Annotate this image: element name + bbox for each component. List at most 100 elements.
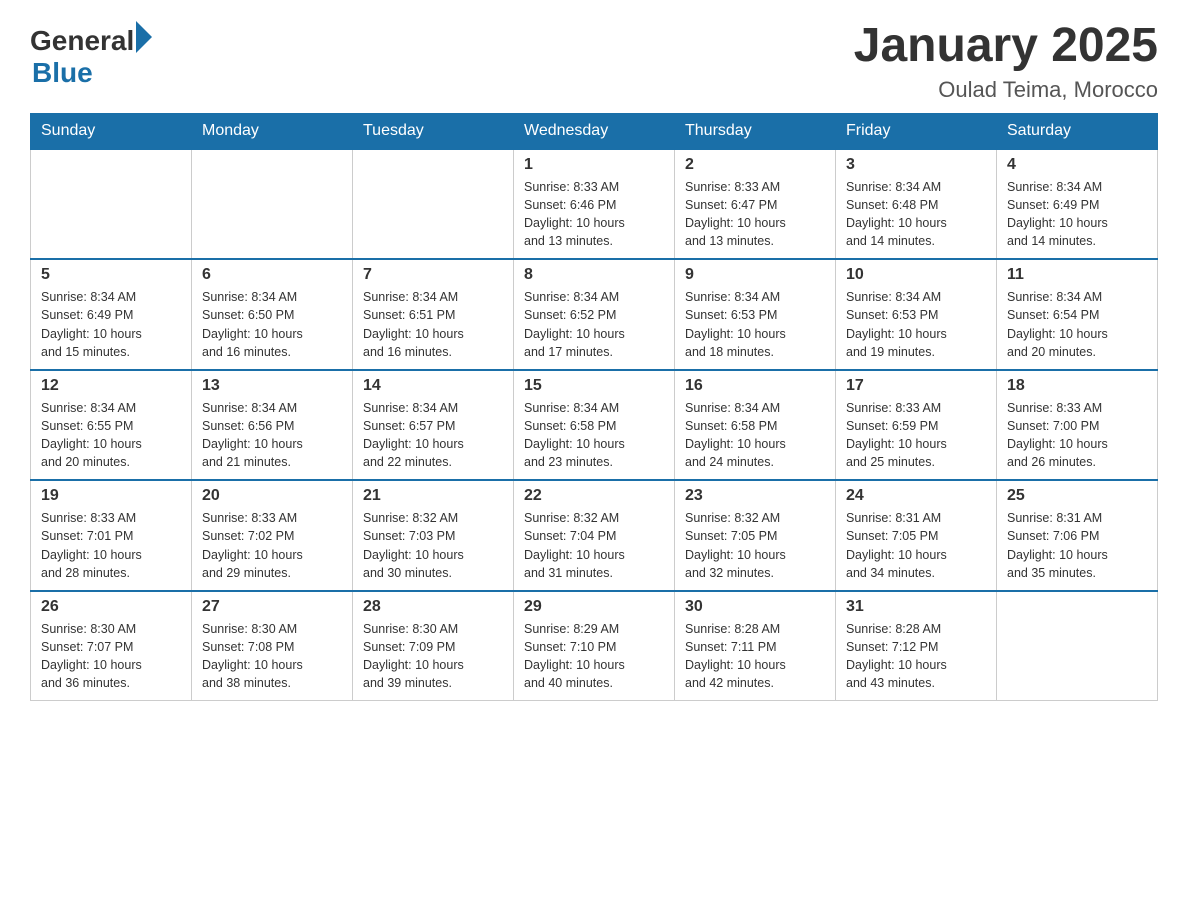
day-info: Sunrise: 8:33 AM Sunset: 6:47 PM Dayligh… xyxy=(685,178,825,251)
day-number: 20 xyxy=(202,487,342,505)
column-header-friday: Friday xyxy=(836,113,997,149)
calendar-cell: 30 Sunrise: 8:28 AM Sunset: 7:11 PM Dayli… xyxy=(675,591,836,701)
calendar-week-row: 5 Sunrise: 8:34 AM Sunset: 6:49 PM Daylig… xyxy=(31,259,1158,370)
calendar-cell: 24 Sunrise: 8:31 AM Sunset: 7:05 PM Dayli… xyxy=(836,480,997,591)
logo-general-text: General xyxy=(30,25,134,57)
calendar-week-row: 1 Sunrise: 8:33 AM Sunset: 6:46 PM Daylig… xyxy=(31,149,1158,260)
calendar-subtitle: Oulad Teima, Morocco xyxy=(854,77,1158,103)
calendar-cell: 23Sunrise: 8:32 AM Sunset: 7:05 PM Dayli… xyxy=(675,480,836,591)
day-info: Sunrise: 8:29 AM Sunset: 7:10 PM Dayligh… xyxy=(524,620,664,693)
calendar-cell: 28Sunrise: 8:30 AM Sunset: 7:09 PM Dayli… xyxy=(353,591,514,701)
calendar-cell: 6 Sunrise: 8:34 AM Sunset: 6:50 PM Daylig… xyxy=(192,259,353,370)
day-number: 23 xyxy=(685,487,825,505)
day-number: 1 xyxy=(524,156,664,174)
title-block: January 2025 Oulad Teima, Morocco xyxy=(854,20,1158,103)
column-header-sunday: Sunday xyxy=(31,113,192,149)
day-info: Sunrise: 8:34 AM Sunset: 6:53 PM Dayligh… xyxy=(846,288,986,361)
calendar-cell: 5 Sunrise: 8:34 AM Sunset: 6:49 PM Daylig… xyxy=(31,259,192,370)
day-number: 29 xyxy=(524,598,664,616)
day-number: 18 xyxy=(1007,377,1147,395)
day-info: Sunrise: 8:33 AM Sunset: 7:02 PM Dayligh… xyxy=(202,509,342,582)
calendar-cell: 16Sunrise: 8:34 AM Sunset: 6:58 PM Dayli… xyxy=(675,370,836,481)
day-number: 28 xyxy=(363,598,503,616)
day-number: 22 xyxy=(524,487,664,505)
day-info: Sunrise: 8:34 AM Sunset: 6:53 PM Dayligh… xyxy=(685,288,825,361)
calendar-cell: 8 Sunrise: 8:34 AM Sunset: 6:52 PM Daylig… xyxy=(514,259,675,370)
day-number: 10 xyxy=(846,266,986,284)
calendar-cell: 1 Sunrise: 8:33 AM Sunset: 6:46 PM Daylig… xyxy=(514,149,675,260)
day-number: 5 xyxy=(41,266,181,284)
calendar-cell: 13 Sunrise: 8:34 AM Sunset: 6:56 PM Dayli… xyxy=(192,370,353,481)
calendar-cell: 22 Sunrise: 8:32 AM Sunset: 7:04 PM Dayli… xyxy=(514,480,675,591)
day-number: 13 xyxy=(202,377,342,395)
day-info: Sunrise: 8:33 AM Sunset: 7:00 PM Dayligh… xyxy=(1007,399,1147,472)
calendar-cell: 25 Sunrise: 8:31 AM Sunset: 7:06 PM Dayli… xyxy=(997,480,1158,591)
day-number: 26 xyxy=(41,598,181,616)
day-info: Sunrise: 8:32 AM Sunset: 7:04 PM Dayligh… xyxy=(524,509,664,582)
day-number: 16 xyxy=(685,377,825,395)
day-info: Sunrise: 8:34 AM Sunset: 6:49 PM Dayligh… xyxy=(1007,178,1147,251)
day-info: Sunrise: 8:28 AM Sunset: 7:11 PM Dayligh… xyxy=(685,620,825,693)
day-number: 9 xyxy=(685,266,825,284)
logo-block: General Blue xyxy=(30,25,152,89)
calendar-cell: 15Sunrise: 8:34 AM Sunset: 6:58 PM Dayli… xyxy=(514,370,675,481)
day-number: 27 xyxy=(202,598,342,616)
calendar-cell: 31Sunrise: 8:28 AM Sunset: 7:12 PM Dayli… xyxy=(836,591,997,701)
calendar-week-row: 12Sunrise: 8:34 AM Sunset: 6:55 PM Dayli… xyxy=(31,370,1158,481)
day-number: 24 xyxy=(846,487,986,505)
day-info: Sunrise: 8:34 AM Sunset: 6:50 PM Dayligh… xyxy=(202,288,342,361)
day-number: 11 xyxy=(1007,266,1147,284)
day-number: 21 xyxy=(363,487,503,505)
day-info: Sunrise: 8:34 AM Sunset: 6:57 PM Dayligh… xyxy=(363,399,503,472)
calendar-cell: 10 Sunrise: 8:34 AM Sunset: 6:53 PM Dayli… xyxy=(836,259,997,370)
day-info: Sunrise: 8:31 AM Sunset: 7:05 PM Dayligh… xyxy=(846,509,986,582)
calendar-title: January 2025 xyxy=(854,20,1158,73)
day-info: Sunrise: 8:33 AM Sunset: 6:46 PM Dayligh… xyxy=(524,178,664,251)
day-info: Sunrise: 8:34 AM Sunset: 6:52 PM Dayligh… xyxy=(524,288,664,361)
day-number: 4 xyxy=(1007,156,1147,174)
day-number: 17 xyxy=(846,377,986,395)
day-info: Sunrise: 8:34 AM Sunset: 6:55 PM Dayligh… xyxy=(41,399,181,472)
day-number: 25 xyxy=(1007,487,1147,505)
day-info: Sunrise: 8:34 AM Sunset: 6:56 PM Dayligh… xyxy=(202,399,342,472)
day-number: 30 xyxy=(685,598,825,616)
day-number: 8 xyxy=(524,266,664,284)
calendar-week-row: 19 Sunrise: 8:33 AM Sunset: 7:01 PM Dayli… xyxy=(31,480,1158,591)
calendar-cell: 14Sunrise: 8:34 AM Sunset: 6:57 PM Dayli… xyxy=(353,370,514,481)
calendar-cell xyxy=(997,591,1158,701)
day-number: 31 xyxy=(846,598,986,616)
day-info: Sunrise: 8:34 AM Sunset: 6:54 PM Dayligh… xyxy=(1007,288,1147,361)
day-number: 3 xyxy=(846,156,986,174)
calendar-cell: 2 Sunrise: 8:33 AM Sunset: 6:47 PM Daylig… xyxy=(675,149,836,260)
calendar-table: SundayMondayTuesdayWednesdayThursdayFrid… xyxy=(30,113,1158,702)
calendar-cell: 17Sunrise: 8:33 AM Sunset: 6:59 PM Dayli… xyxy=(836,370,997,481)
day-info: Sunrise: 8:34 AM Sunset: 6:51 PM Dayligh… xyxy=(363,288,503,361)
column-header-monday: Monday xyxy=(192,113,353,149)
day-info: Sunrise: 8:34 AM Sunset: 6:49 PM Dayligh… xyxy=(41,288,181,361)
calendar-cell: 9 Sunrise: 8:34 AM Sunset: 6:53 PM Daylig… xyxy=(675,259,836,370)
day-info: Sunrise: 8:33 AM Sunset: 7:01 PM Dayligh… xyxy=(41,509,181,582)
day-info: Sunrise: 8:30 AM Sunset: 7:08 PM Dayligh… xyxy=(202,620,342,693)
column-header-wednesday: Wednesday xyxy=(514,113,675,149)
logo-arrow-icon xyxy=(136,21,152,53)
day-info: Sunrise: 8:32 AM Sunset: 7:03 PM Dayligh… xyxy=(363,509,503,582)
logo-blue-text: Blue xyxy=(32,57,93,88)
day-number: 2 xyxy=(685,156,825,174)
day-info: Sunrise: 8:30 AM Sunset: 7:07 PM Dayligh… xyxy=(41,620,181,693)
day-number: 6 xyxy=(202,266,342,284)
calendar-cell: 12Sunrise: 8:34 AM Sunset: 6:55 PM Dayli… xyxy=(31,370,192,481)
calendar-cell: 27 Sunrise: 8:30 AM Sunset: 7:08 PM Dayli… xyxy=(192,591,353,701)
calendar-cell: 29 Sunrise: 8:29 AM Sunset: 7:10 PM Dayli… xyxy=(514,591,675,701)
day-info: Sunrise: 8:31 AM Sunset: 7:06 PM Dayligh… xyxy=(1007,509,1147,582)
calendar-cell: 26 Sunrise: 8:30 AM Sunset: 7:07 PM Dayli… xyxy=(31,591,192,701)
day-number: 19 xyxy=(41,487,181,505)
logo: General Blue xyxy=(30,25,152,89)
calendar-cell: 19 Sunrise: 8:33 AM Sunset: 7:01 PM Dayli… xyxy=(31,480,192,591)
page-header: General Blue January 2025 Oulad Teima, M… xyxy=(30,20,1158,103)
calendar-cell: 18 Sunrise: 8:33 AM Sunset: 7:00 PM Dayli… xyxy=(997,370,1158,481)
column-header-thursday: Thursday xyxy=(675,113,836,149)
column-header-saturday: Saturday xyxy=(997,113,1158,149)
calendar-cell: 21 Sunrise: 8:32 AM Sunset: 7:03 PM Dayli… xyxy=(353,480,514,591)
calendar-cell xyxy=(353,149,514,260)
calendar-cell: 3Sunrise: 8:34 AM Sunset: 6:48 PM Daylig… xyxy=(836,149,997,260)
